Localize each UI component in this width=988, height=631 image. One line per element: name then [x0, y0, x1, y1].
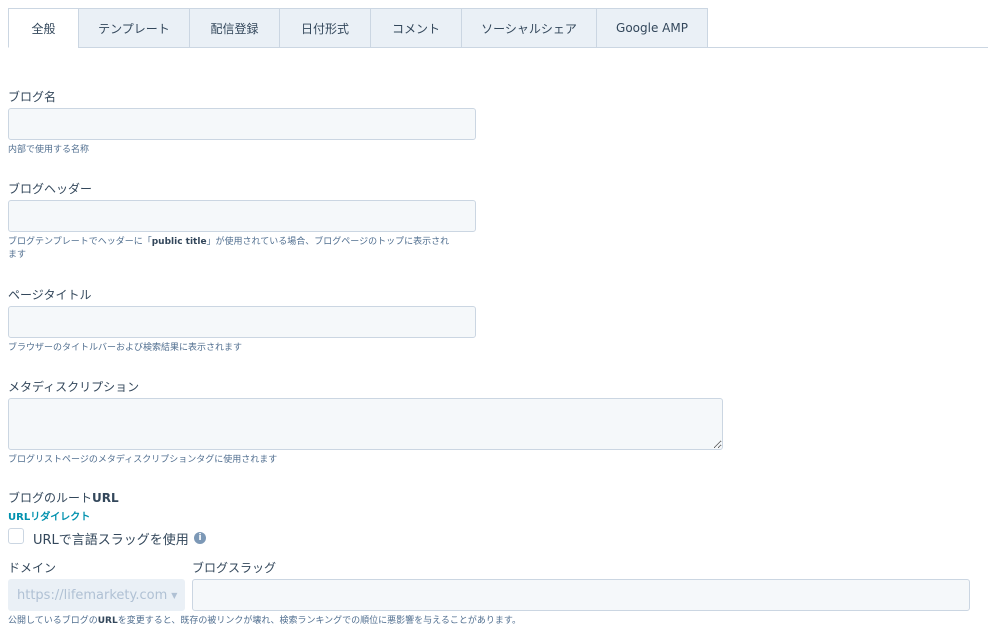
tab-subscription[interactable]: 配信登録	[189, 8, 280, 48]
tab-label: ソーシャルシェア	[481, 21, 577, 36]
help-text: ブログテンプレートでヘッダーに「	[8, 237, 152, 247]
help-text: を変更すると、既存の被リンクが壊れ、検索ランキングでの順位に悪影響を与えることが…	[117, 616, 522, 626]
lang-slug-checkbox-label: URLで言語スラッグを使用	[33, 533, 189, 548]
help-text-bold: URL	[97, 616, 118, 626]
page-title-help: ブラウザーのタイトルバーおよび検索結果に表示されます	[8, 343, 243, 353]
help-text: 公開しているブログの	[8, 616, 98, 626]
meta-description-help: ブログリストページのメタディスクリプションタグに使用されます	[8, 455, 278, 465]
tab-label: 日付形式	[300, 21, 349, 36]
lang-slug-checkbox[interactable]	[8, 528, 24, 544]
tab-label: 配信登録	[210, 21, 259, 36]
domain-label: ドメイン	[8, 561, 57, 575]
meta-description-label: メタディスクリプション	[8, 380, 140, 394]
blog-name-help: 内部で使用する名称	[8, 145, 90, 155]
caret-down-icon: ▼	[171, 590, 178, 600]
help-text-bold: public title	[151, 237, 207, 247]
meta-description-textarea[interactable]	[8, 398, 723, 450]
blog-name-input[interactable]	[8, 108, 476, 140]
page-title-label: ページタイトル	[8, 288, 92, 302]
help-text: 」が使用されている場合、ブログページのトップに表示され	[206, 237, 450, 247]
info-icon[interactable]: i	[194, 532, 206, 544]
blog-header-help: ブログテンプレートでヘッダーに「public title」が使用されている場合、…	[8, 236, 488, 262]
blog-header-label: ブログヘッダー	[8, 182, 93, 196]
tab-general[interactable]: 全般	[8, 8, 79, 48]
help-text: ます	[8, 250, 27, 260]
blog-slug-label: ブログスラッグ	[192, 561, 277, 575]
url-redirect-link[interactable]: URLリダイレクト	[8, 508, 90, 523]
blog-header-input[interactable]	[8, 200, 476, 232]
tab-social-share[interactable]: ソーシャルシェア	[461, 8, 597, 48]
blog-name-label: ブログ名	[8, 90, 57, 104]
root-url-label: ブログのルートURL	[8, 489, 119, 506]
tab-label: 全般	[31, 21, 56, 36]
tab-google-amp[interactable]: Google AMP	[596, 8, 708, 48]
settings-tabs: 全般 テンプレート 配信登録 日付形式 コメント ソーシャルシェア Google…	[8, 8, 988, 48]
tab-template[interactable]: テンプレート	[78, 8, 190, 48]
tab-label: コメント	[391, 21, 440, 36]
root-url-warning: 公開しているブログのURLを変更すると、既存の被リンクが壊れ、検索ランキングでの…	[8, 615, 521, 628]
tab-label: テンプレート	[98, 21, 170, 36]
blog-slug-input[interactable]	[192, 579, 970, 611]
tab-comments[interactable]: コメント	[370, 8, 462, 48]
tab-label: Google AMP	[616, 21, 688, 35]
tab-date-format[interactable]: 日付形式	[279, 8, 371, 48]
domain-select-value: https://lifemarkety.com	[17, 587, 168, 603]
domain-select[interactable]: https://lifemarkety.com ▼	[8, 579, 185, 611]
label-text: ブログのルート	[8, 491, 93, 505]
label-text-bold: URL	[92, 491, 119, 505]
page-title-input[interactable]	[8, 306, 476, 338]
